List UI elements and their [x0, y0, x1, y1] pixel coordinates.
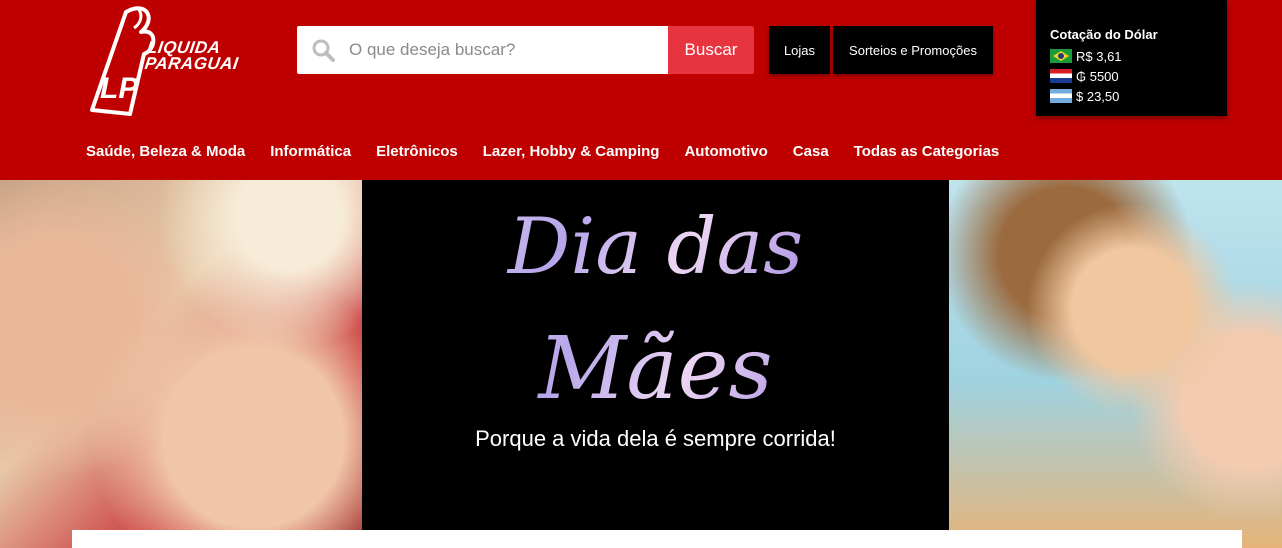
nav-item-casa[interactable]: Casa: [793, 143, 829, 160]
search-field-wrapper: [297, 26, 668, 74]
nav-item-informatica[interactable]: Informática: [270, 143, 351, 160]
rate-row: $ 23,50: [1050, 86, 1227, 106]
search-input[interactable]: [349, 40, 649, 60]
banner-title-line1: Dia das: [362, 208, 949, 286]
logo-line2: PARAGUAI: [143, 54, 240, 73]
site-logo[interactable]: LP LIQUIDA PARAGUAI: [86, 2, 246, 118]
sorteios-promocoes-button[interactable]: Sorteios e Promoções: [833, 26, 993, 74]
rate-row: R$ 3,61: [1050, 46, 1227, 66]
nav-item-saude-beleza-moda[interactable]: Saúde, Beleza & Moda: [86, 143, 245, 160]
search-bar: Buscar: [297, 26, 754, 74]
search-button[interactable]: Buscar: [668, 26, 754, 74]
banner-text-area: Dia das Mães Porque a vida dela é sempre…: [362, 180, 949, 530]
site-header: LP LIQUIDA PARAGUAI Buscar Lojas Sorteio…: [0, 0, 1282, 180]
argentina-flag-icon: [1050, 89, 1072, 103]
nav-item-lazer-hobby-camping[interactable]: Lazer, Hobby & Camping: [483, 143, 660, 160]
banner-photo-right: [949, 180, 1282, 548]
nav-item-automotivo[interactable]: Automotivo: [684, 143, 767, 160]
mothers-day-banner[interactable]: Dia das Mães Porque a vida dela é sempre…: [0, 180, 1282, 548]
banner-tagline: Porque a vida dela é sempre corrida!: [475, 426, 836, 451]
logo-mark: LP: [100, 72, 139, 105]
banner-photo-left: [0, 180, 362, 548]
rate-value-pyg: ₲ 5500: [1076, 68, 1119, 84]
nav-item-eletronicos[interactable]: Eletrônicos: [376, 143, 458, 160]
nav-item-todas-categorias[interactable]: Todas as Categorias: [854, 143, 1000, 160]
rate-row: ₲ 5500: [1050, 66, 1227, 86]
rate-value-brl: R$ 3,61: [1076, 48, 1122, 64]
rate-value-ars: $ 23,50: [1076, 88, 1120, 104]
dollar-rate-title: Cotação do Dólar: [1050, 27, 1158, 42]
search-icon[interactable]: [297, 38, 349, 62]
brazil-flag-icon: [1050, 49, 1072, 63]
dollar-rate-panel: Cotação do Dólar R$ 3,61 ₲ 5500 $ 23,50: [1036, 0, 1227, 116]
category-nav: Saúde, Beleza & Moda Informática Eletrôn…: [86, 143, 1024, 160]
paraguay-flag-icon: [1050, 69, 1072, 83]
content-area-top: [72, 530, 1242, 548]
banner-title-line2: Mães: [362, 326, 949, 412]
lojas-button[interactable]: Lojas: [769, 26, 830, 74]
